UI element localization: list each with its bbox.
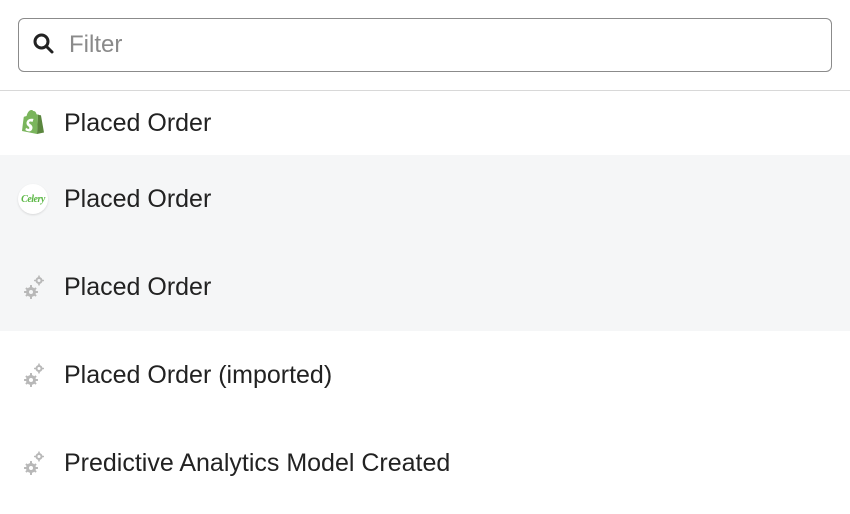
search-icon	[31, 31, 55, 60]
gears-icon	[18, 272, 48, 302]
list-item[interactable]: Celery Placed Order	[0, 155, 850, 243]
list-item-label: Placed Order	[64, 185, 211, 214]
list-item[interactable]: Predictive Analytics Model Created	[0, 419, 850, 507]
search-box[interactable]	[18, 18, 832, 72]
gears-icon	[18, 448, 48, 478]
list-item[interactable]: Placed Order	[0, 243, 850, 331]
search-container	[0, 0, 850, 90]
gears-icon	[18, 360, 48, 390]
list-item[interactable]: Placed Order (imported)	[0, 331, 850, 419]
celery-icon: Celery	[18, 184, 48, 214]
list-item-label: Placed Order	[64, 109, 211, 138]
filter-input[interactable]	[69, 31, 819, 59]
list-item-label: Placed Order (imported)	[64, 361, 332, 390]
list-item-label: Predictive Analytics Model Created	[64, 449, 450, 478]
list-item-label: Placed Order	[64, 273, 211, 302]
shopify-icon	[18, 108, 48, 138]
metric-list: Placed Order Celery Placed Order	[0, 91, 850, 507]
list-item[interactable]: Placed Order	[0, 91, 850, 155]
